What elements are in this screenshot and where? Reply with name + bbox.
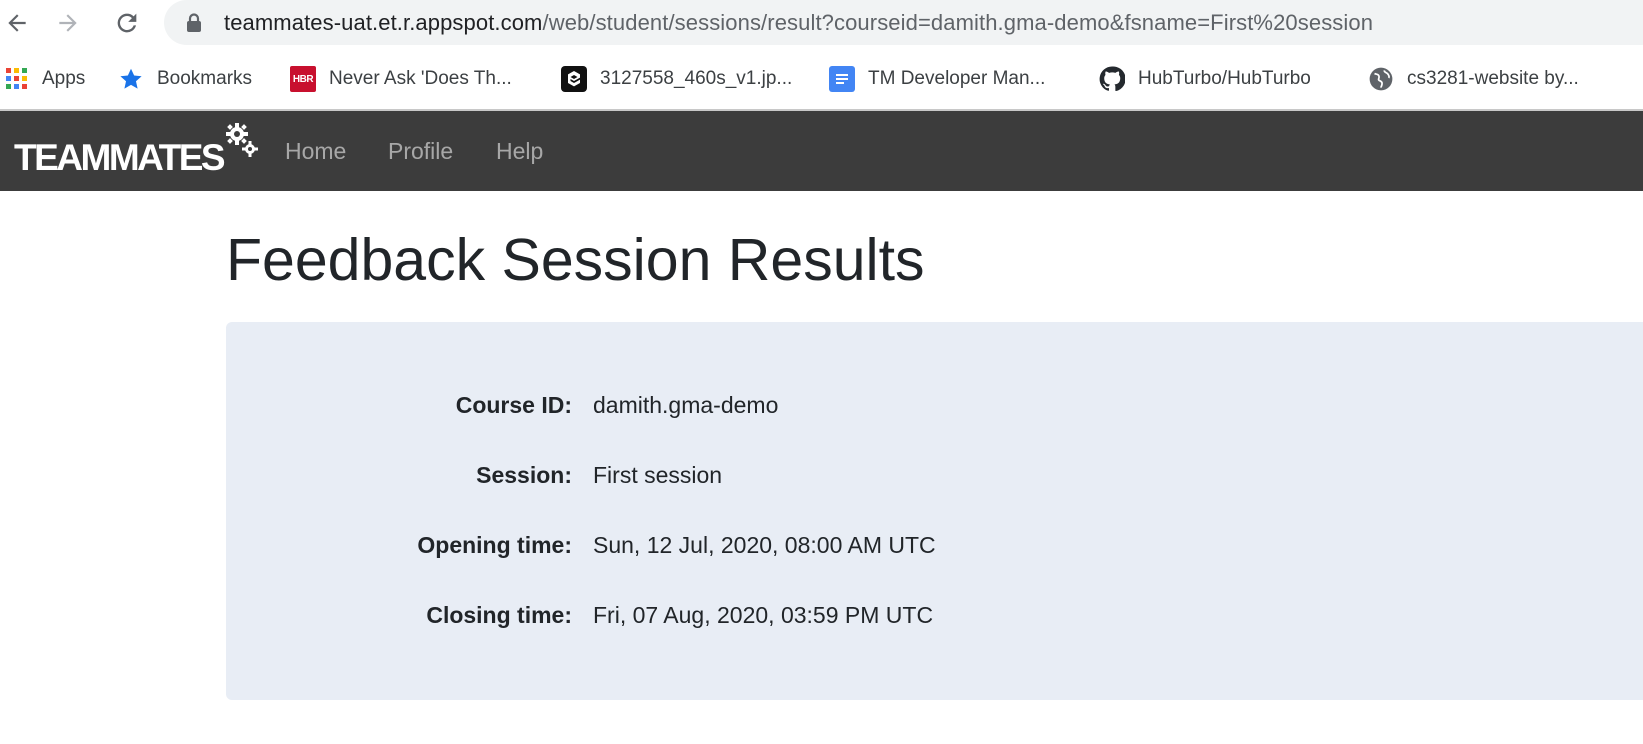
star-icon (118, 66, 144, 92)
bookmark-never-ask[interactable]: HBR Never Ask 'Does Th... (290, 54, 512, 104)
bookmarks-bar: Apps Bookmarks HBR Never Ask 'Does Th...… (0, 54, 1643, 104)
lock-icon (187, 13, 201, 32)
detail-row-opening-time: Opening time: Sun, 12 Jul, 2020, 08:00 A… (226, 525, 1643, 565)
bookmark-label: 3127558_460s_v1.jp... (600, 68, 793, 89)
session-value: First session (593, 462, 723, 488)
bookmark-label: HubTurbo/HubTurbo (1138, 68, 1311, 89)
bookmark-tm-developer[interactable]: TM Developer Man... (829, 54, 1045, 104)
url-host: teammates-uat.et.r.appspot.com (224, 10, 543, 35)
globe-icon (1368, 66, 1394, 92)
session-label: Session: (476, 462, 572, 488)
bookmark-label: Bookmarks (157, 68, 253, 89)
detail-row-closing-time: Closing time: Fri, 07 Aug, 2020, 03:59 P… (226, 595, 1643, 635)
detail-row-session: Session: First session (226, 455, 1643, 495)
bookmark-apps[interactable]: Apps (4, 54, 85, 104)
bookmark-label: Never Ask 'Does Th... (329, 68, 512, 89)
opening-time-label: Opening time: (417, 532, 572, 558)
bookmark-bookmarks[interactable]: Bookmarks (118, 54, 252, 104)
nav-help-link[interactable]: Help (496, 111, 543, 191)
hbr-icon: HBR (290, 66, 316, 92)
closing-time-value: Fri, 07 Aug, 2020, 03:59 PM UTC (593, 602, 934, 628)
detail-row-course-id: Course ID: damith.gma-demo (226, 385, 1643, 425)
apps-grid-icon (4, 66, 30, 92)
google-docs-icon (829, 66, 855, 92)
page-title: Feedback Session Results (226, 227, 925, 293)
closing-time-label: Closing time: (426, 602, 572, 628)
reload-icon (117, 13, 137, 33)
nav-home-link[interactable]: Home (285, 111, 346, 191)
gears-icon (226, 123, 258, 157)
session-details-panel: Course ID: damith.gma-demo Session: Firs… (226, 322, 1643, 700)
app-navbar: TEAMMATES Home Profile Help (0, 111, 1643, 191)
url-path: /web/student/sessions/result?courseid=da… (542, 10, 1374, 35)
bookmark-hubturbo[interactable]: HubTurbo/HubTurbo (1099, 54, 1311, 104)
brand-text: TEAMMATES (14, 137, 226, 178)
arrow-right-icon (59, 14, 77, 32)
address-bar[interactable]: teammates-uat.et.r.appspot.com/web/stude… (164, 0, 1643, 45)
bookmark-cs3281[interactable]: cs3281-website by... (1368, 54, 1579, 104)
reload-button[interactable] (110, 6, 144, 40)
url-text: teammates-uat.et.r.appspot.com/web/stude… (224, 0, 1373, 45)
arrow-left-icon (8, 14, 26, 32)
course-id-label: Course ID: (455, 392, 572, 418)
9gag-icon (561, 66, 587, 92)
back-button[interactable] (0, 6, 34, 40)
github-icon (1099, 66, 1125, 92)
course-id-value: damith.gma-demo (593, 392, 779, 418)
bookmark-label: Apps (42, 68, 86, 89)
bookmark-label: cs3281-website by... (1407, 68, 1579, 89)
opening-time-value: Sun, 12 Jul, 2020, 08:00 AM UTC (593, 532, 936, 558)
nav-profile-link[interactable]: Profile (388, 111, 453, 191)
bookmark-image-file[interactable]: 3127558_460s_v1.jp... (561, 54, 792, 104)
bookmark-label: TM Developer Man... (868, 68, 1046, 89)
browser-toolbar: teammates-uat.et.r.appspot.com/web/stude… (0, 0, 1643, 46)
forward-button[interactable] (51, 6, 85, 40)
